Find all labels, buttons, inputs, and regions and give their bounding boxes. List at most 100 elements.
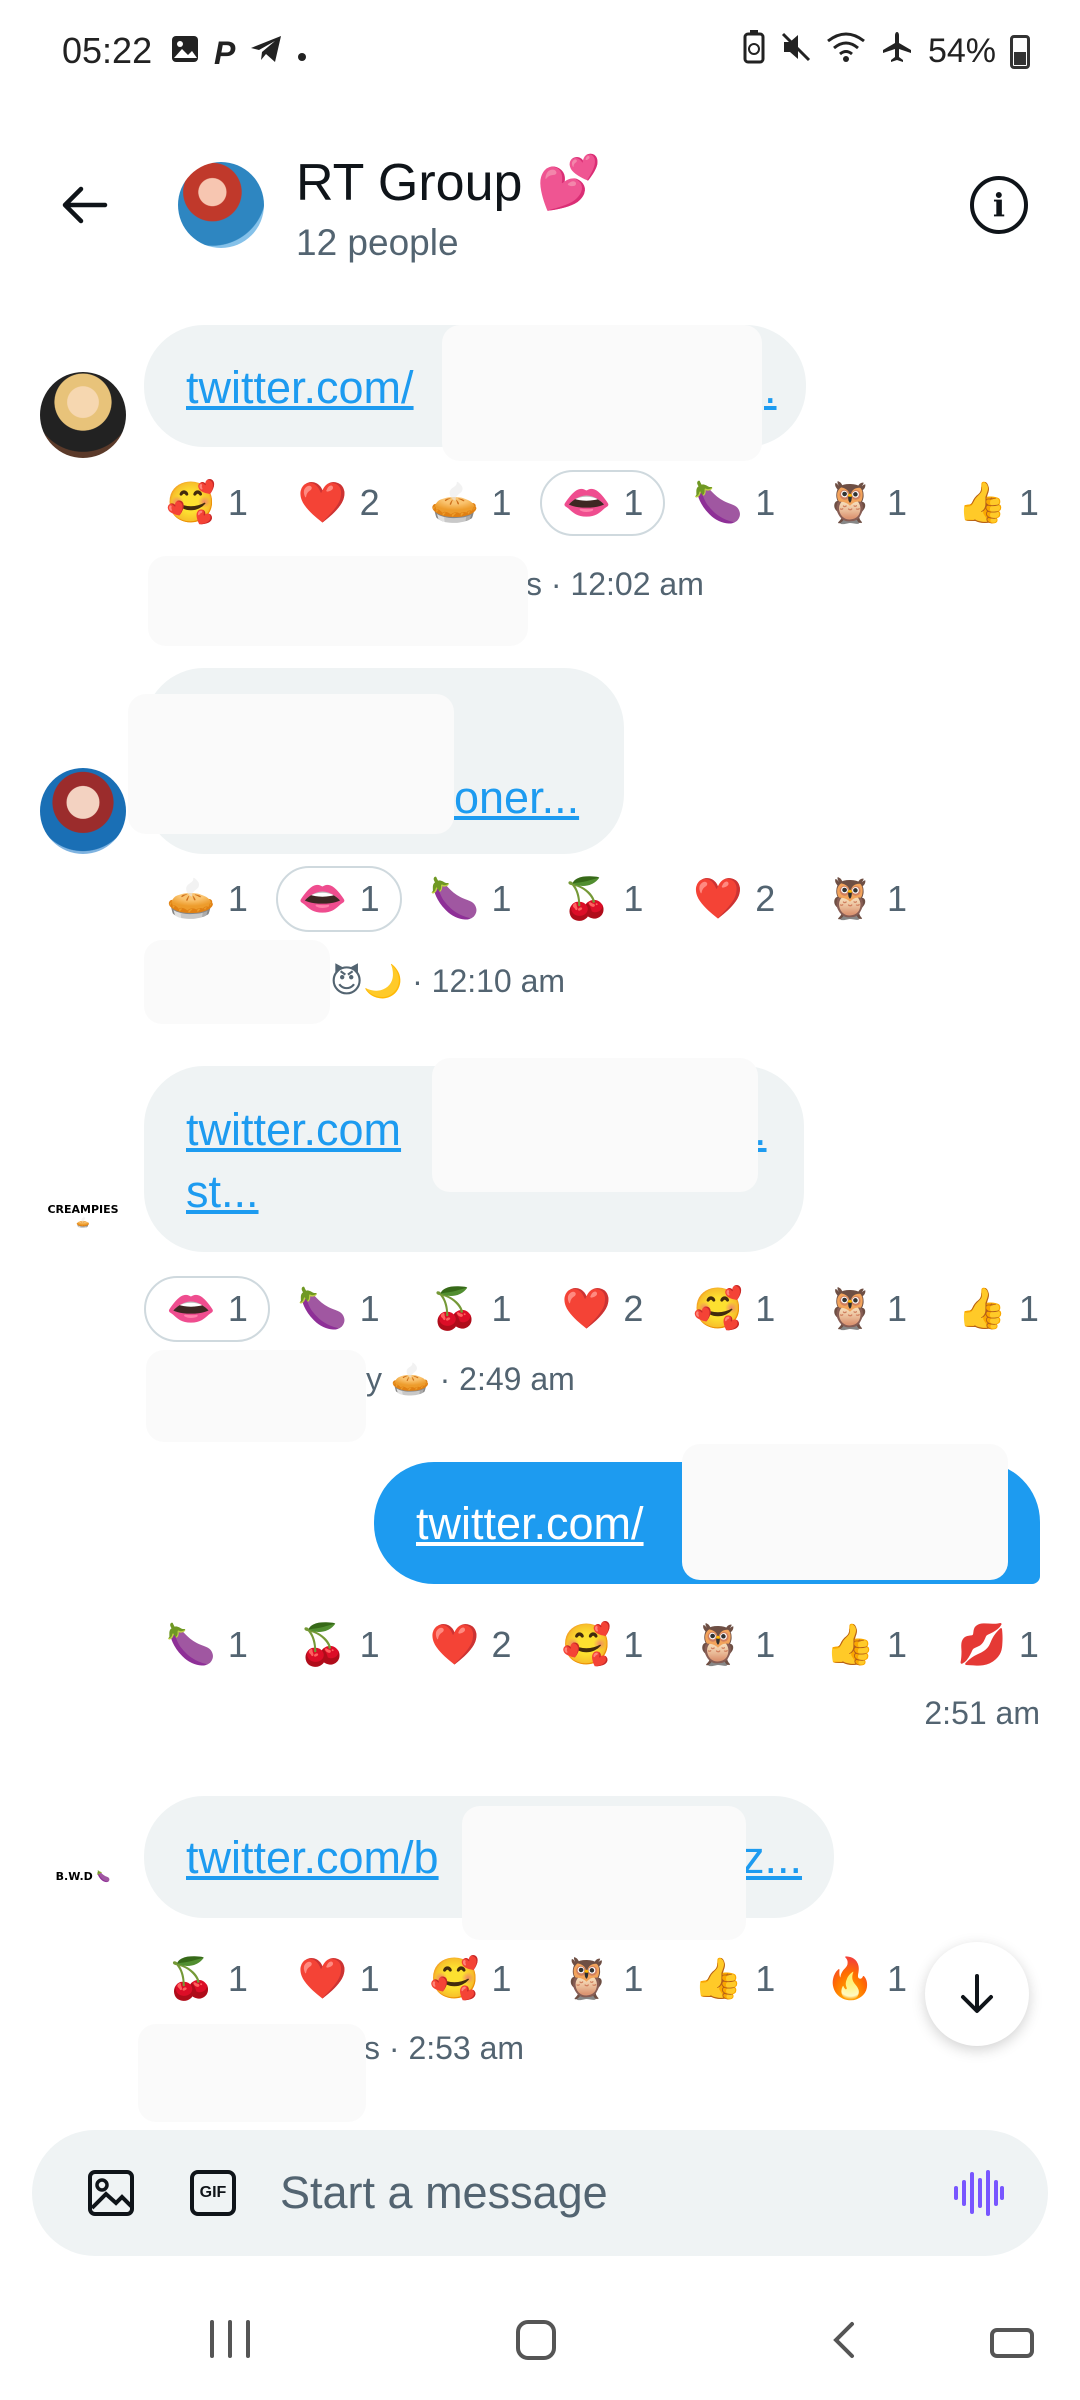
- status-left-icons: P: [170, 34, 307, 72]
- info-button[interactable]: i: [970, 176, 1028, 234]
- reaction-chip-selected[interactable]: 👄 1: [539, 470, 666, 536]
- reaction-chip[interactable]: 🦉 1: [803, 1276, 929, 1342]
- reaction-chip[interactable]: 👍 1: [671, 1946, 797, 2012]
- reaction-chip[interactable]: 💋 1: [935, 1612, 1061, 1678]
- reaction-chip[interactable]: 🦉 1: [540, 1946, 666, 2012]
- keyboard-toggle-button[interactable]: [990, 2328, 1034, 2358]
- message-link[interactable]: twitter.com/b: [186, 1832, 439, 1884]
- reaction-chip[interactable]: 🍆 1: [408, 866, 534, 932]
- reaction-chip[interactable]: 🥧 1: [408, 470, 534, 536]
- airplane-icon: [880, 30, 914, 73]
- message-meta: s · 2:53 am: [364, 2030, 525, 2066]
- message-link[interactable]: twitter.com: [186, 1104, 401, 1156]
- message-link[interactable]: twitter.com/: [186, 362, 414, 414]
- reaction-chip[interactable]: 🦉 1: [671, 1612, 797, 1678]
- reaction-chip[interactable]: 🍆 1: [671, 470, 797, 536]
- scroll-to-bottom-button[interactable]: [925, 1942, 1029, 2046]
- reaction-chip[interactable]: 🥧 1: [144, 866, 270, 932]
- message-meta: y 🥧 · 2:49 am: [366, 1361, 575, 1397]
- message-link-line2[interactable]: st...: [186, 1166, 259, 1218]
- reaction-row: 🥧 1 👄 1 🍆 1 🍒 1 ❤️ 2 🦉 1: [144, 864, 935, 934]
- group-avatar[interactable]: [178, 162, 264, 248]
- reaction-chip[interactable]: ❤️ 2: [540, 1276, 666, 1342]
- gallery-icon: [170, 34, 200, 72]
- status-right: 54%: [742, 30, 1030, 73]
- recent-apps-button[interactable]: [210, 2320, 250, 2360]
- waveform-icon: [954, 2170, 1004, 2216]
- redaction-block: [682, 1444, 1008, 1580]
- reaction-chip[interactable]: 🍆 1: [276, 1276, 402, 1342]
- reaction-chip-selected[interactable]: 👄 1: [275, 866, 402, 932]
- reaction-chip[interactable]: 🦉 1: [803, 470, 929, 536]
- redaction-block: [432, 1058, 758, 1192]
- arrow-down-icon: [961, 1974, 993, 2013]
- reaction-chip[interactable]: ❤️ 2: [671, 866, 797, 932]
- reaction-chip[interactable]: 🍒 1: [540, 866, 666, 932]
- message-meta: 2:51 am: [924, 1695, 1040, 1731]
- reaction-chip-selected[interactable]: 👄 1: [144, 1276, 270, 1342]
- back-button[interactable]: [55, 175, 115, 235]
- reaction-chip[interactable]: 🍆 1: [144, 1612, 270, 1678]
- redaction-block: [128, 694, 454, 834]
- reaction-chip[interactable]: 🍒 1: [144, 1946, 270, 2012]
- notification-dot-icon: [297, 36, 307, 70]
- redaction-block: [146, 1350, 366, 1442]
- telegram-icon: [249, 34, 283, 72]
- redaction-block: [138, 2024, 366, 2122]
- redaction-block: [144, 940, 330, 1024]
- status-bar: 05:22 P 54%: [0, 0, 1080, 110]
- message-input[interactable]: [280, 2160, 920, 2226]
- reaction-row: 🍆 1 🍒 1 ❤️ 2 🥰 1 🦉 1 👍 1 💋 1: [144, 1610, 1067, 1680]
- reaction-row: 👄 1 🍆 1 🍒 1 ❤️ 2 🥰 1 🦉 1 👍 1: [144, 1274, 1067, 1344]
- reaction-chip[interactable]: 🦉 1: [803, 866, 929, 932]
- redaction-block: [462, 1806, 746, 1940]
- message-link-tail: .: [764, 362, 777, 413]
- home-button[interactable]: [516, 2320, 556, 2360]
- image-icon: [88, 2170, 134, 2216]
- message-link[interactable]: oner...: [454, 772, 579, 824]
- reaction-chip[interactable]: ❤️ 2: [276, 470, 402, 536]
- reaction-row: 🥰 1 ❤️ 2 🥧 1 👄 1 🍆 1 🦉 1 👍 1: [144, 468, 1067, 538]
- message-link-tail: z...: [742, 1832, 803, 1883]
- redaction-block: [148, 556, 528, 646]
- battery-saver-icon: [742, 30, 766, 73]
- reaction-chip[interactable]: 👍 1: [935, 1276, 1061, 1342]
- group-member-count[interactable]: 12 people: [296, 222, 459, 264]
- reaction-chip[interactable]: 🥰 1: [671, 1276, 797, 1342]
- reaction-chip[interactable]: ❤️ 1: [276, 1946, 402, 2012]
- message-meta: 😈🌙 · 12:10 am: [330, 963, 566, 999]
- sender-avatar[interactable]: [40, 768, 126, 854]
- message-meta: s · 12:02 am: [526, 566, 704, 602]
- sender-avatar[interactable]: [40, 372, 126, 458]
- reaction-chip[interactable]: 👍 1: [935, 470, 1061, 536]
- message-composer: GIF: [32, 2130, 1048, 2256]
- reaction-chip[interactable]: 🥰 1: [540, 1612, 666, 1678]
- battery-icon: [1010, 34, 1030, 69]
- sender-avatar[interactable]: CREAMPIES 🥧: [40, 1203, 126, 1229]
- wifi-icon: [826, 31, 866, 72]
- reaction-chip[interactable]: 🍒 1: [276, 1612, 402, 1678]
- group-title[interactable]: RT Group 💕: [296, 152, 602, 213]
- reaction-chip[interactable]: 🥰 1: [408, 1946, 534, 2012]
- chevron-left-icon: [833, 2322, 854, 2358]
- nav-back-button[interactable]: [824, 2320, 864, 2360]
- system-nav-bar: [0, 2290, 1080, 2400]
- add-photo-button[interactable]: [86, 2168, 136, 2218]
- arrow-left-icon: [62, 186, 108, 224]
- message-link[interactable]: twitter.com/: [416, 1498, 644, 1550]
- battery-percent: 54%: [927, 32, 996, 70]
- conversation-header: RT Group 💕 12 people i: [0, 140, 1080, 280]
- reaction-chip[interactable]: ❤️ 2: [408, 1612, 534, 1678]
- reaction-chip[interactable]: 🍒 1: [408, 1276, 534, 1342]
- redaction-block: [442, 325, 762, 461]
- voice-message-button[interactable]: [952, 2168, 1004, 2218]
- reaction-chip[interactable]: 🔥 1: [803, 1946, 929, 2012]
- paypal-icon: P: [214, 34, 236, 71]
- reaction-chip[interactable]: 👍 1: [803, 1612, 929, 1678]
- gif-button[interactable]: GIF: [190, 2170, 236, 2216]
- mute-icon: [780, 31, 812, 72]
- reaction-row: 🍒 1 ❤️ 1 🥰 1 🦉 1 👍 1 🔥 1: [144, 1944, 935, 2014]
- info-icon: i: [992, 186, 1006, 224]
- sender-avatar[interactable]: B.W.D 🍆: [40, 1870, 126, 1883]
- reaction-chip[interactable]: 🥰 1: [144, 470, 270, 536]
